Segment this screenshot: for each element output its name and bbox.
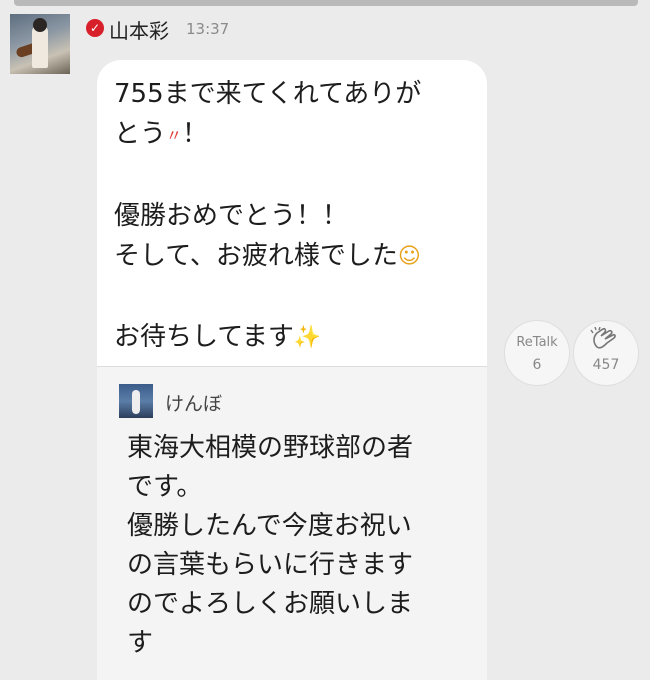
message-text: 755まで来てくれてありが とう〃！ 優勝おめでとう！！ そして、お疲れ様でした… [114, 74, 474, 358]
user-avatar[interactable] [10, 14, 70, 74]
clap-button[interactable]: 457 [573, 320, 639, 386]
message-text-part: 755まで来てくれてありが とう [114, 79, 422, 149]
quoted-username[interactable]: けんぼ [165, 389, 222, 416]
top-scroll-indicator [14, 0, 638, 6]
check-badge-icon: ✓ [86, 19, 104, 37]
clap-count: 457 [592, 357, 620, 373]
message-bubble: 755まで来てくれてありが とう〃！ 優勝おめでとう！！ そして、お疲れ様でした… [97, 60, 487, 680]
retalk-label: ReTalk [516, 335, 558, 350]
retalk-button[interactable]: ReTalk 6 [504, 320, 570, 386]
sparkles-icon: ✨ [293, 325, 322, 350]
clapping-hands-icon [574, 326, 638, 357]
quoted-avatar-figure-shape [132, 390, 140, 414]
quoted-user-avatar[interactable] [119, 384, 153, 418]
quoted-comment[interactable]: けんぼ 東海大相模の野球部の者 です。 優勝したんで今度お祝い の言葉もらいに行… [97, 366, 487, 680]
message-text-part: お待ちしてます [114, 322, 294, 352]
avatar-head-shape [33, 18, 47, 32]
blushing-face-icon: 〃 [166, 126, 183, 145]
post-timestamp: 13:37 [186, 20, 230, 38]
quoted-text: 東海大相模の野球部の者 です。 優勝したんで今度お祝い の言葉もらいに行きます … [127, 433, 414, 658]
post-username[interactable]: 山本彩 [109, 15, 169, 44]
retalk-count: 6 [532, 357, 542, 373]
smiley-icon: ☺ [397, 244, 421, 269]
